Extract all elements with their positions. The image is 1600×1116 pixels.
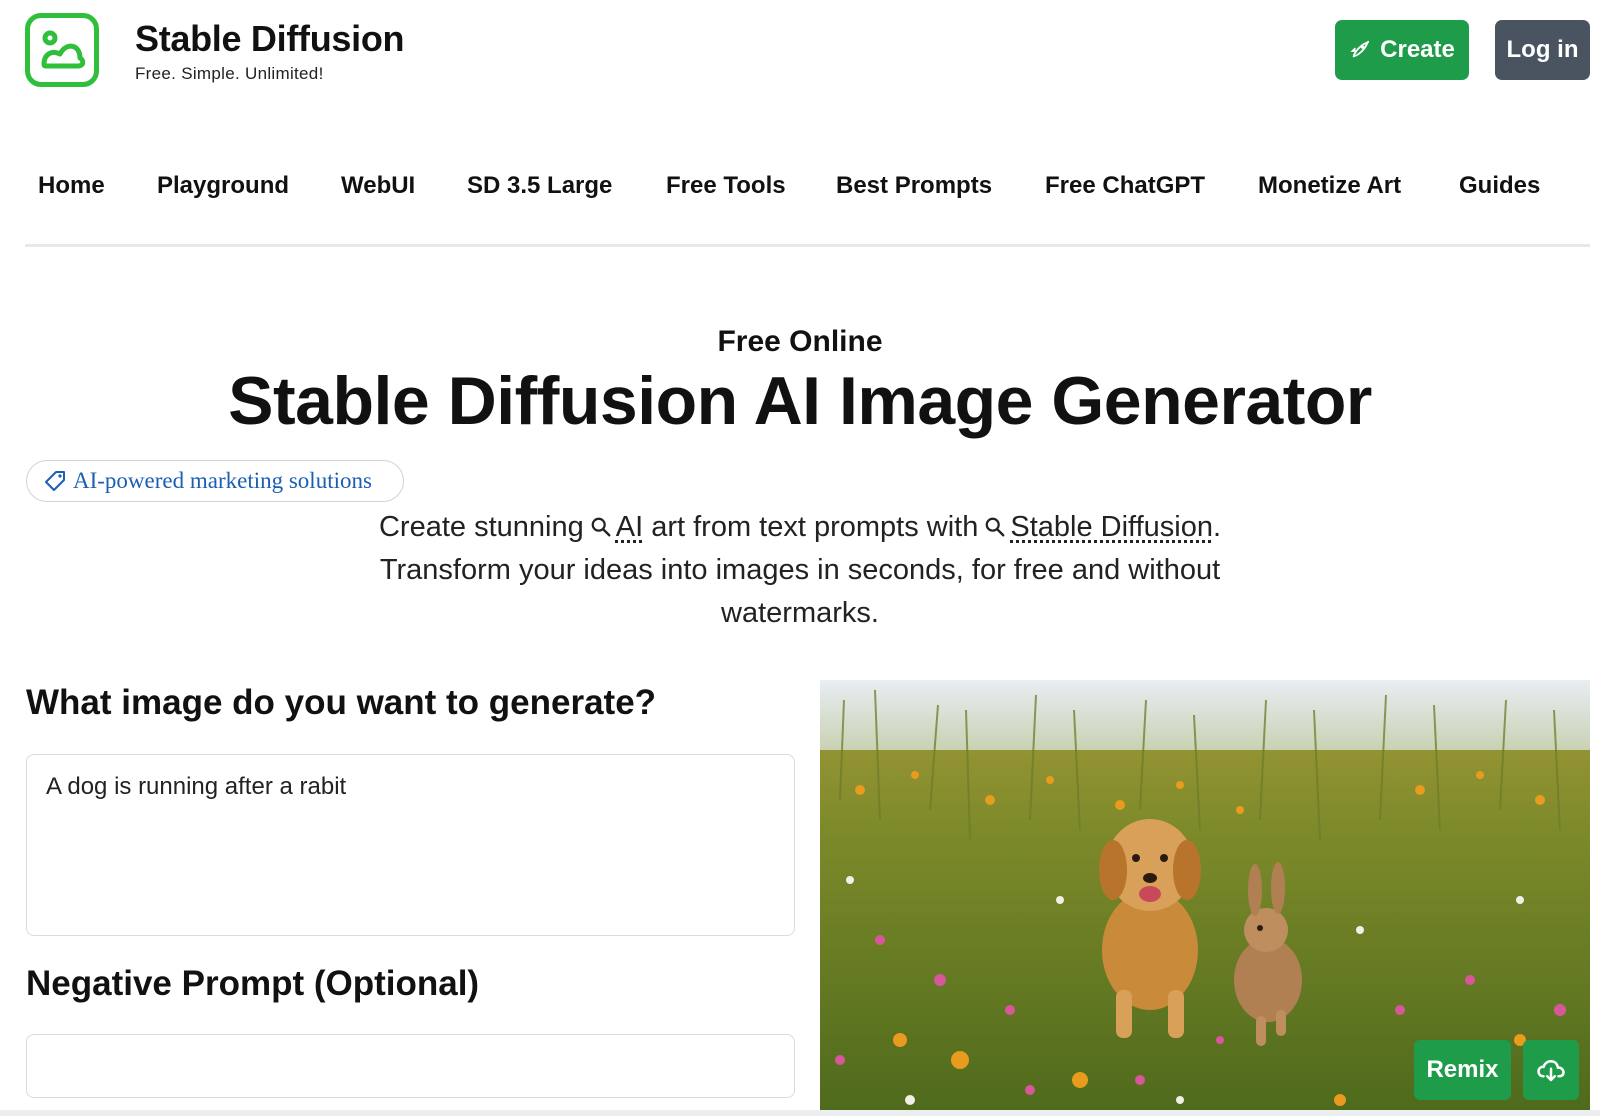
ad-link-label: AI-powered marketing solutions [73, 468, 372, 493]
remix-button[interactable]: Remix [1414, 1040, 1511, 1100]
nav-item-free-tools[interactable]: Free Tools [666, 172, 786, 200]
stable-diffusion-link[interactable]: Stable Diffusion [1010, 511, 1213, 543]
rocket-icon [1350, 40, 1370, 58]
hero-description: Create stunning AI art from text prompts … [330, 506, 1270, 635]
login-button[interactable]: Log in [1495, 20, 1590, 80]
nav-item-home[interactable]: Home [38, 172, 105, 200]
page-bottom-edge [0, 1110, 1600, 1116]
nav-item-monetize-art[interactable]: Monetize Art [1258, 172, 1401, 200]
nav-item-playground[interactable]: Playground [157, 172, 289, 200]
tag-icon [45, 471, 65, 491]
cloud-download-icon [1537, 1059, 1565, 1082]
site-logo[interactable] [25, 13, 99, 87]
prompt-heading: What image do you want to generate? [26, 683, 657, 722]
hero-kicker: Free Online [717, 325, 883, 358]
search-icon [591, 517, 611, 537]
ai-link[interactable]: AI [616, 511, 643, 543]
desc-text: . [1212, 511, 1222, 543]
nav-item-guides[interactable]: Guides [1459, 172, 1540, 200]
create-button-label: Create [1380, 36, 1455, 63]
ad-link-pill[interactable]: AI-powered marketing solutions [26, 460, 404, 502]
nav-item-free-chatgpt[interactable]: Free ChatGPT [1045, 172, 1205, 200]
nav-divider [25, 244, 1590, 247]
brand-tagline: Free. Simple. Unlimited! [135, 64, 324, 83]
nav-item-best-prompts[interactable]: Best Prompts [836, 172, 992, 200]
desc-text: art from text prompts with [651, 511, 979, 543]
page-title: Stable Diffusion AI Image Generator [228, 363, 1372, 439]
desc-text: Transform your ideas into images in seco… [379, 554, 1221, 629]
nav-item-sd35-large[interactable]: SD 3.5 Large [467, 172, 612, 200]
brand-title[interactable]: Stable Diffusion [135, 18, 405, 60]
nav-item-webui[interactable]: WebUI [341, 172, 415, 200]
desc-text: Create stunning [378, 511, 584, 543]
main-nav: Home Playground WebUI SD 3.5 Large Free … [0, 172, 1600, 212]
search-icon [986, 517, 1005, 537]
prompt-textarea[interactable]: A dog is running after a rabit [26, 754, 795, 936]
negative-prompt-textarea[interactable] [26, 1034, 795, 1098]
create-button[interactable]: Create [1335, 20, 1469, 80]
negative-prompt-heading: Negative Prompt (Optional) [26, 964, 480, 1003]
download-button[interactable] [1523, 1040, 1579, 1100]
image-landscape-icon [41, 30, 86, 69]
